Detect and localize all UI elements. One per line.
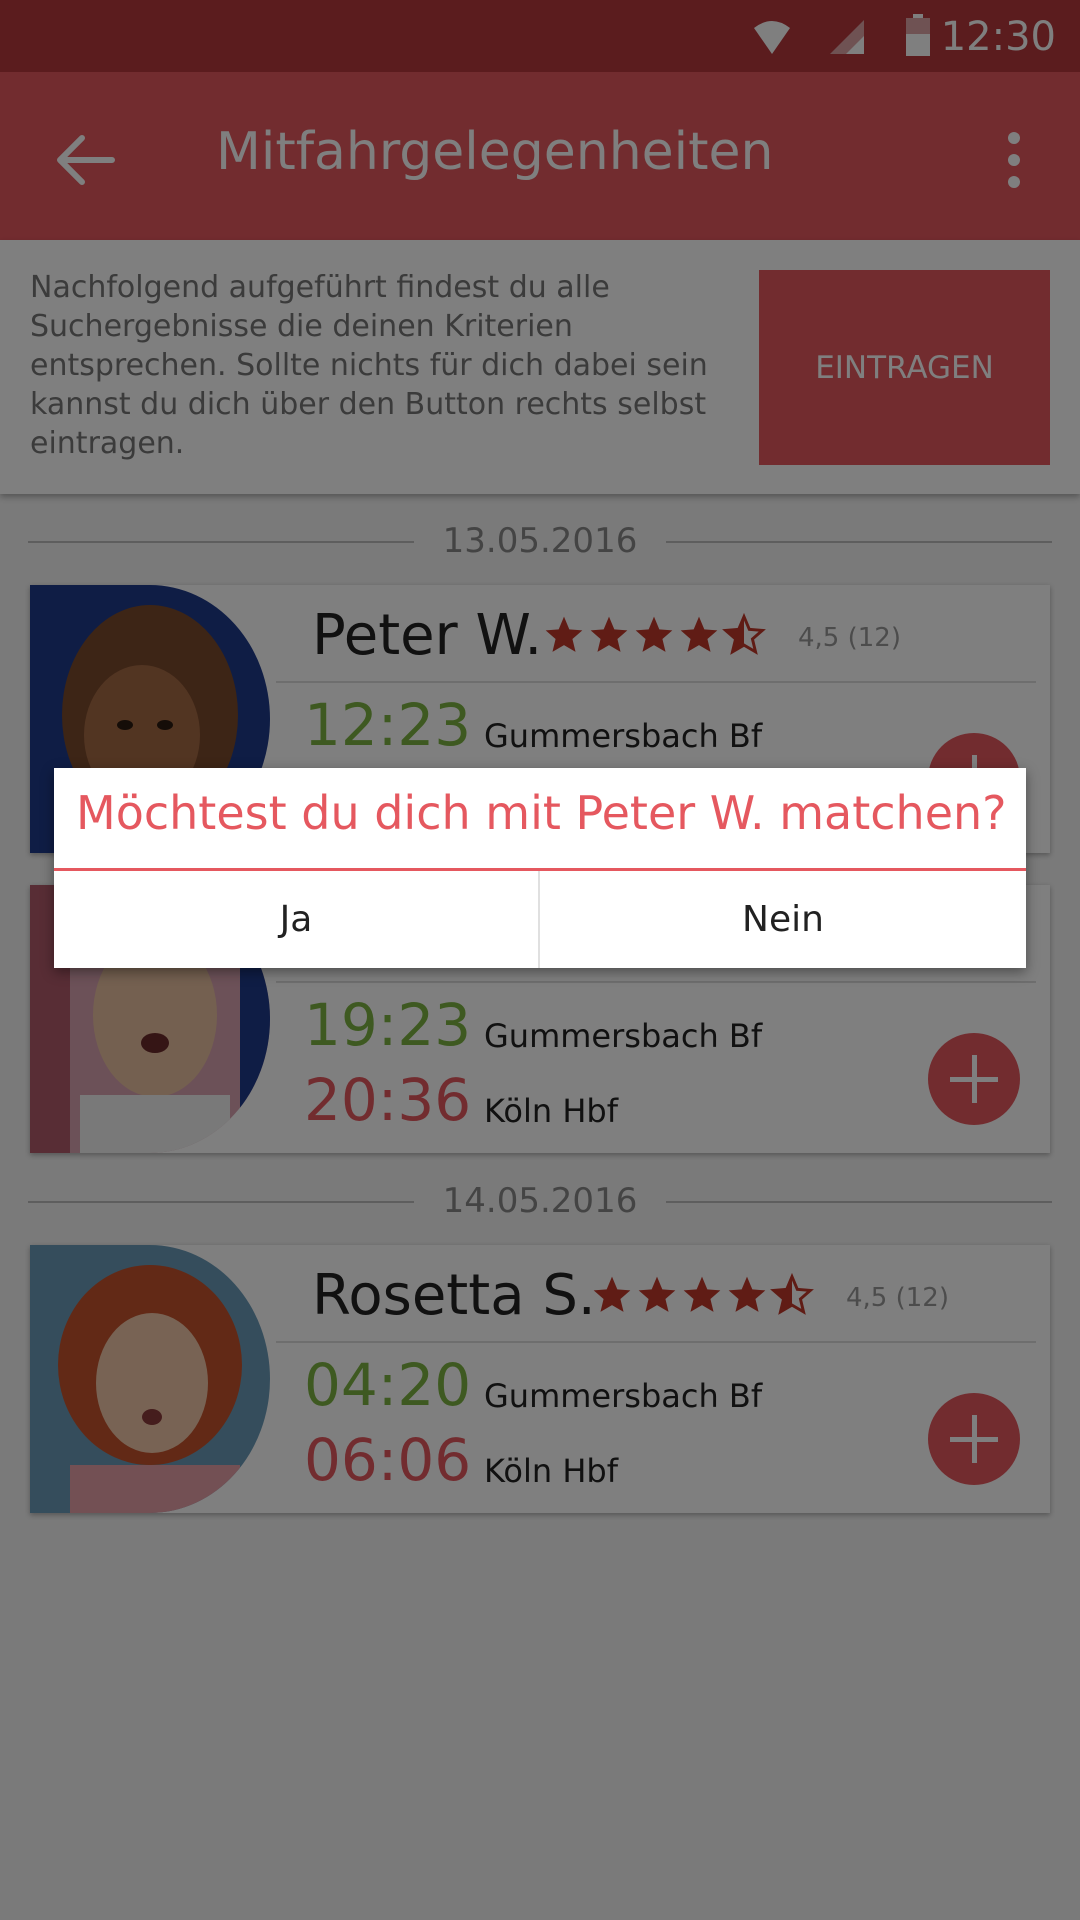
match-dialog: Möchtest du dich mit Peter W. matchen? J… [54,768,1026,968]
no-button[interactable]: Nein [540,871,1026,968]
dialog-message: Möchtest du dich mit Peter W. matchen? [76,786,1007,840]
yes-button[interactable]: Ja [54,871,538,968]
